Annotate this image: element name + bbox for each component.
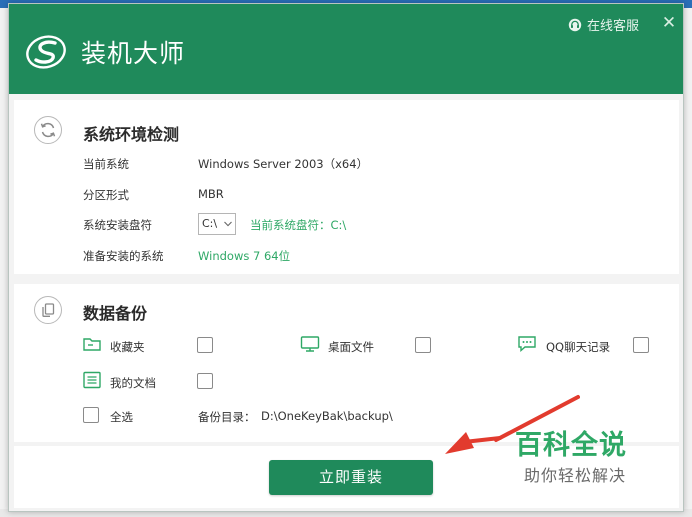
select-all-label: 全选 xyxy=(110,410,133,424)
install-drive-selected: C:\ xyxy=(202,217,218,230)
current-system-value: Windows Server 2003（x64） xyxy=(198,157,369,171)
target-system-label: 准备安装的系统 xyxy=(83,249,164,263)
title-bar[interactable]: 装机大师 在线客服 ✕ xyxy=(9,4,683,94)
folder-icon xyxy=(83,338,101,351)
system-check-panel: 系统环境检测 当前系统 Windows Server 2003（x64） 分区形… xyxy=(14,100,679,274)
desktop-files-checkbox[interactable] xyxy=(415,337,431,353)
my-documents-checkbox[interactable] xyxy=(197,373,213,389)
refresh-glyph xyxy=(40,122,56,138)
reinstall-now-button[interactable]: 立即重装 xyxy=(269,460,433,495)
chevron-down-icon xyxy=(224,221,232,227)
my-documents-label: 我的文档 xyxy=(110,376,156,390)
document-icon xyxy=(83,371,101,389)
backup-dir-label: 备份目录： xyxy=(198,410,256,424)
app-logo-icon xyxy=(26,35,66,69)
monitor-icon xyxy=(300,336,320,352)
current-drive-text: 当前系统盘符：C:\ xyxy=(250,218,347,232)
copy-icon xyxy=(34,296,62,324)
favorites-label: 收藏夹 xyxy=(110,340,145,354)
favorites-checkbox[interactable] xyxy=(197,337,213,353)
qq-chat-checkbox[interactable] xyxy=(633,337,649,353)
data-backup-panel: 数据备份 收藏夹 桌面文件 QQ聊天记录 我的文档 全选 备份目录： D:\On… xyxy=(14,284,679,442)
backup-dir-link[interactable]: D:\OneKeyBak\backup\ xyxy=(261,409,393,423)
online-support-button[interactable]: 在线客服 xyxy=(568,15,639,34)
refresh-icon xyxy=(34,116,62,144)
desktop-right-strip xyxy=(684,8,692,517)
current-system-label: 当前系统 xyxy=(83,157,129,171)
online-support-label: 在线客服 xyxy=(587,19,640,34)
close-button[interactable]: ✕ xyxy=(660,13,678,33)
watermark-title: 百科全说 xyxy=(515,430,627,461)
chat-icon xyxy=(518,336,536,353)
watermark-subtitle: 助你轻松解决 xyxy=(524,466,627,485)
headset-icon xyxy=(568,18,582,31)
install-drive-select[interactable]: C:\ xyxy=(198,213,236,235)
app-title: 装机大师 xyxy=(81,39,186,68)
system-check-title: 系统环境检测 xyxy=(83,125,180,144)
data-backup-title: 数据备份 xyxy=(83,304,148,323)
qq-chat-label: QQ聊天记录 xyxy=(546,340,611,354)
target-system-value: Windows 7 64位 xyxy=(198,249,291,263)
partition-value: MBR xyxy=(198,187,224,201)
partition-label: 分区形式 xyxy=(83,188,129,202)
select-all-checkbox[interactable] xyxy=(83,407,99,423)
install-drive-label: 系统安装盘符 xyxy=(83,218,152,232)
copy-glyph xyxy=(42,303,55,317)
desktop-files-label: 桌面文件 xyxy=(328,340,374,354)
